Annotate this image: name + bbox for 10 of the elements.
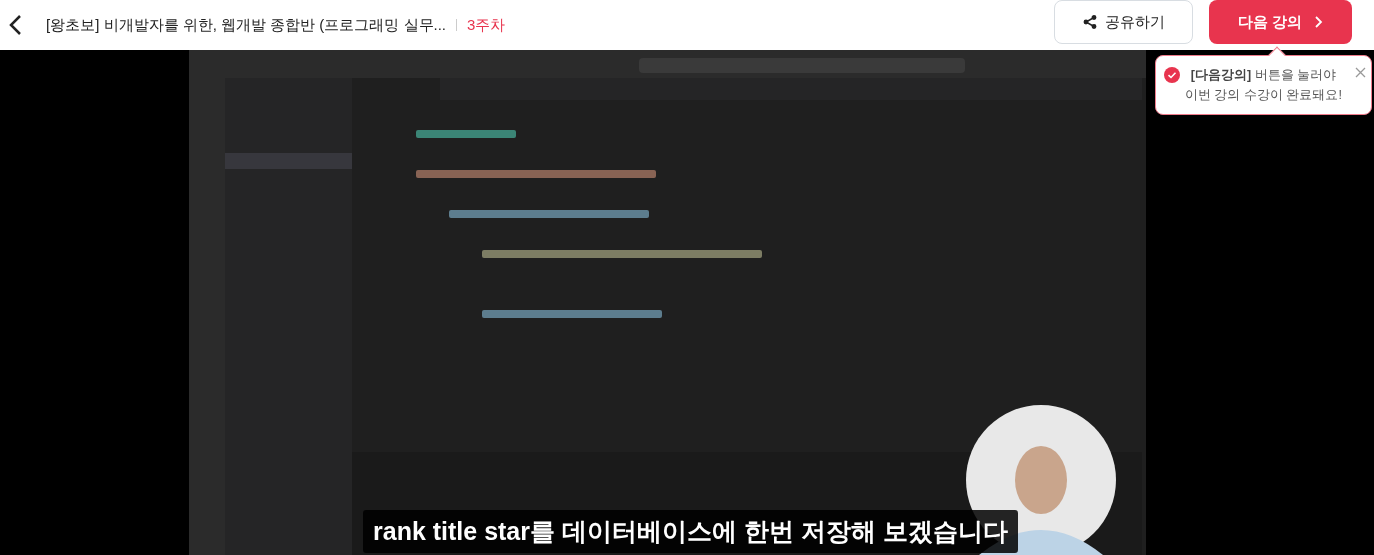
share-button[interactable]: 공유하기: [1054, 0, 1193, 44]
next-lecture-button[interactable]: 다음 강의: [1209, 0, 1352, 44]
check-icon: [1164, 67, 1180, 83]
week-label: 3주차: [467, 15, 506, 35]
subtitle: rank title star를 데이터베이스에 한번 저장해 보겠습니다: [363, 510, 1018, 553]
share-icon: [1082, 15, 1097, 29]
course-title: [왕초보] 비개발자를 위한, 웹개발 종합반 (프로그래밍 실무...: [46, 15, 446, 35]
close-icon[interactable]: [1355, 67, 1366, 78]
chevron-right-icon: [1314, 15, 1324, 29]
tooltip-text: [다음강의] 버튼을 눌러야 이번 강의 수강이 완료돼요!: [1185, 67, 1342, 104]
